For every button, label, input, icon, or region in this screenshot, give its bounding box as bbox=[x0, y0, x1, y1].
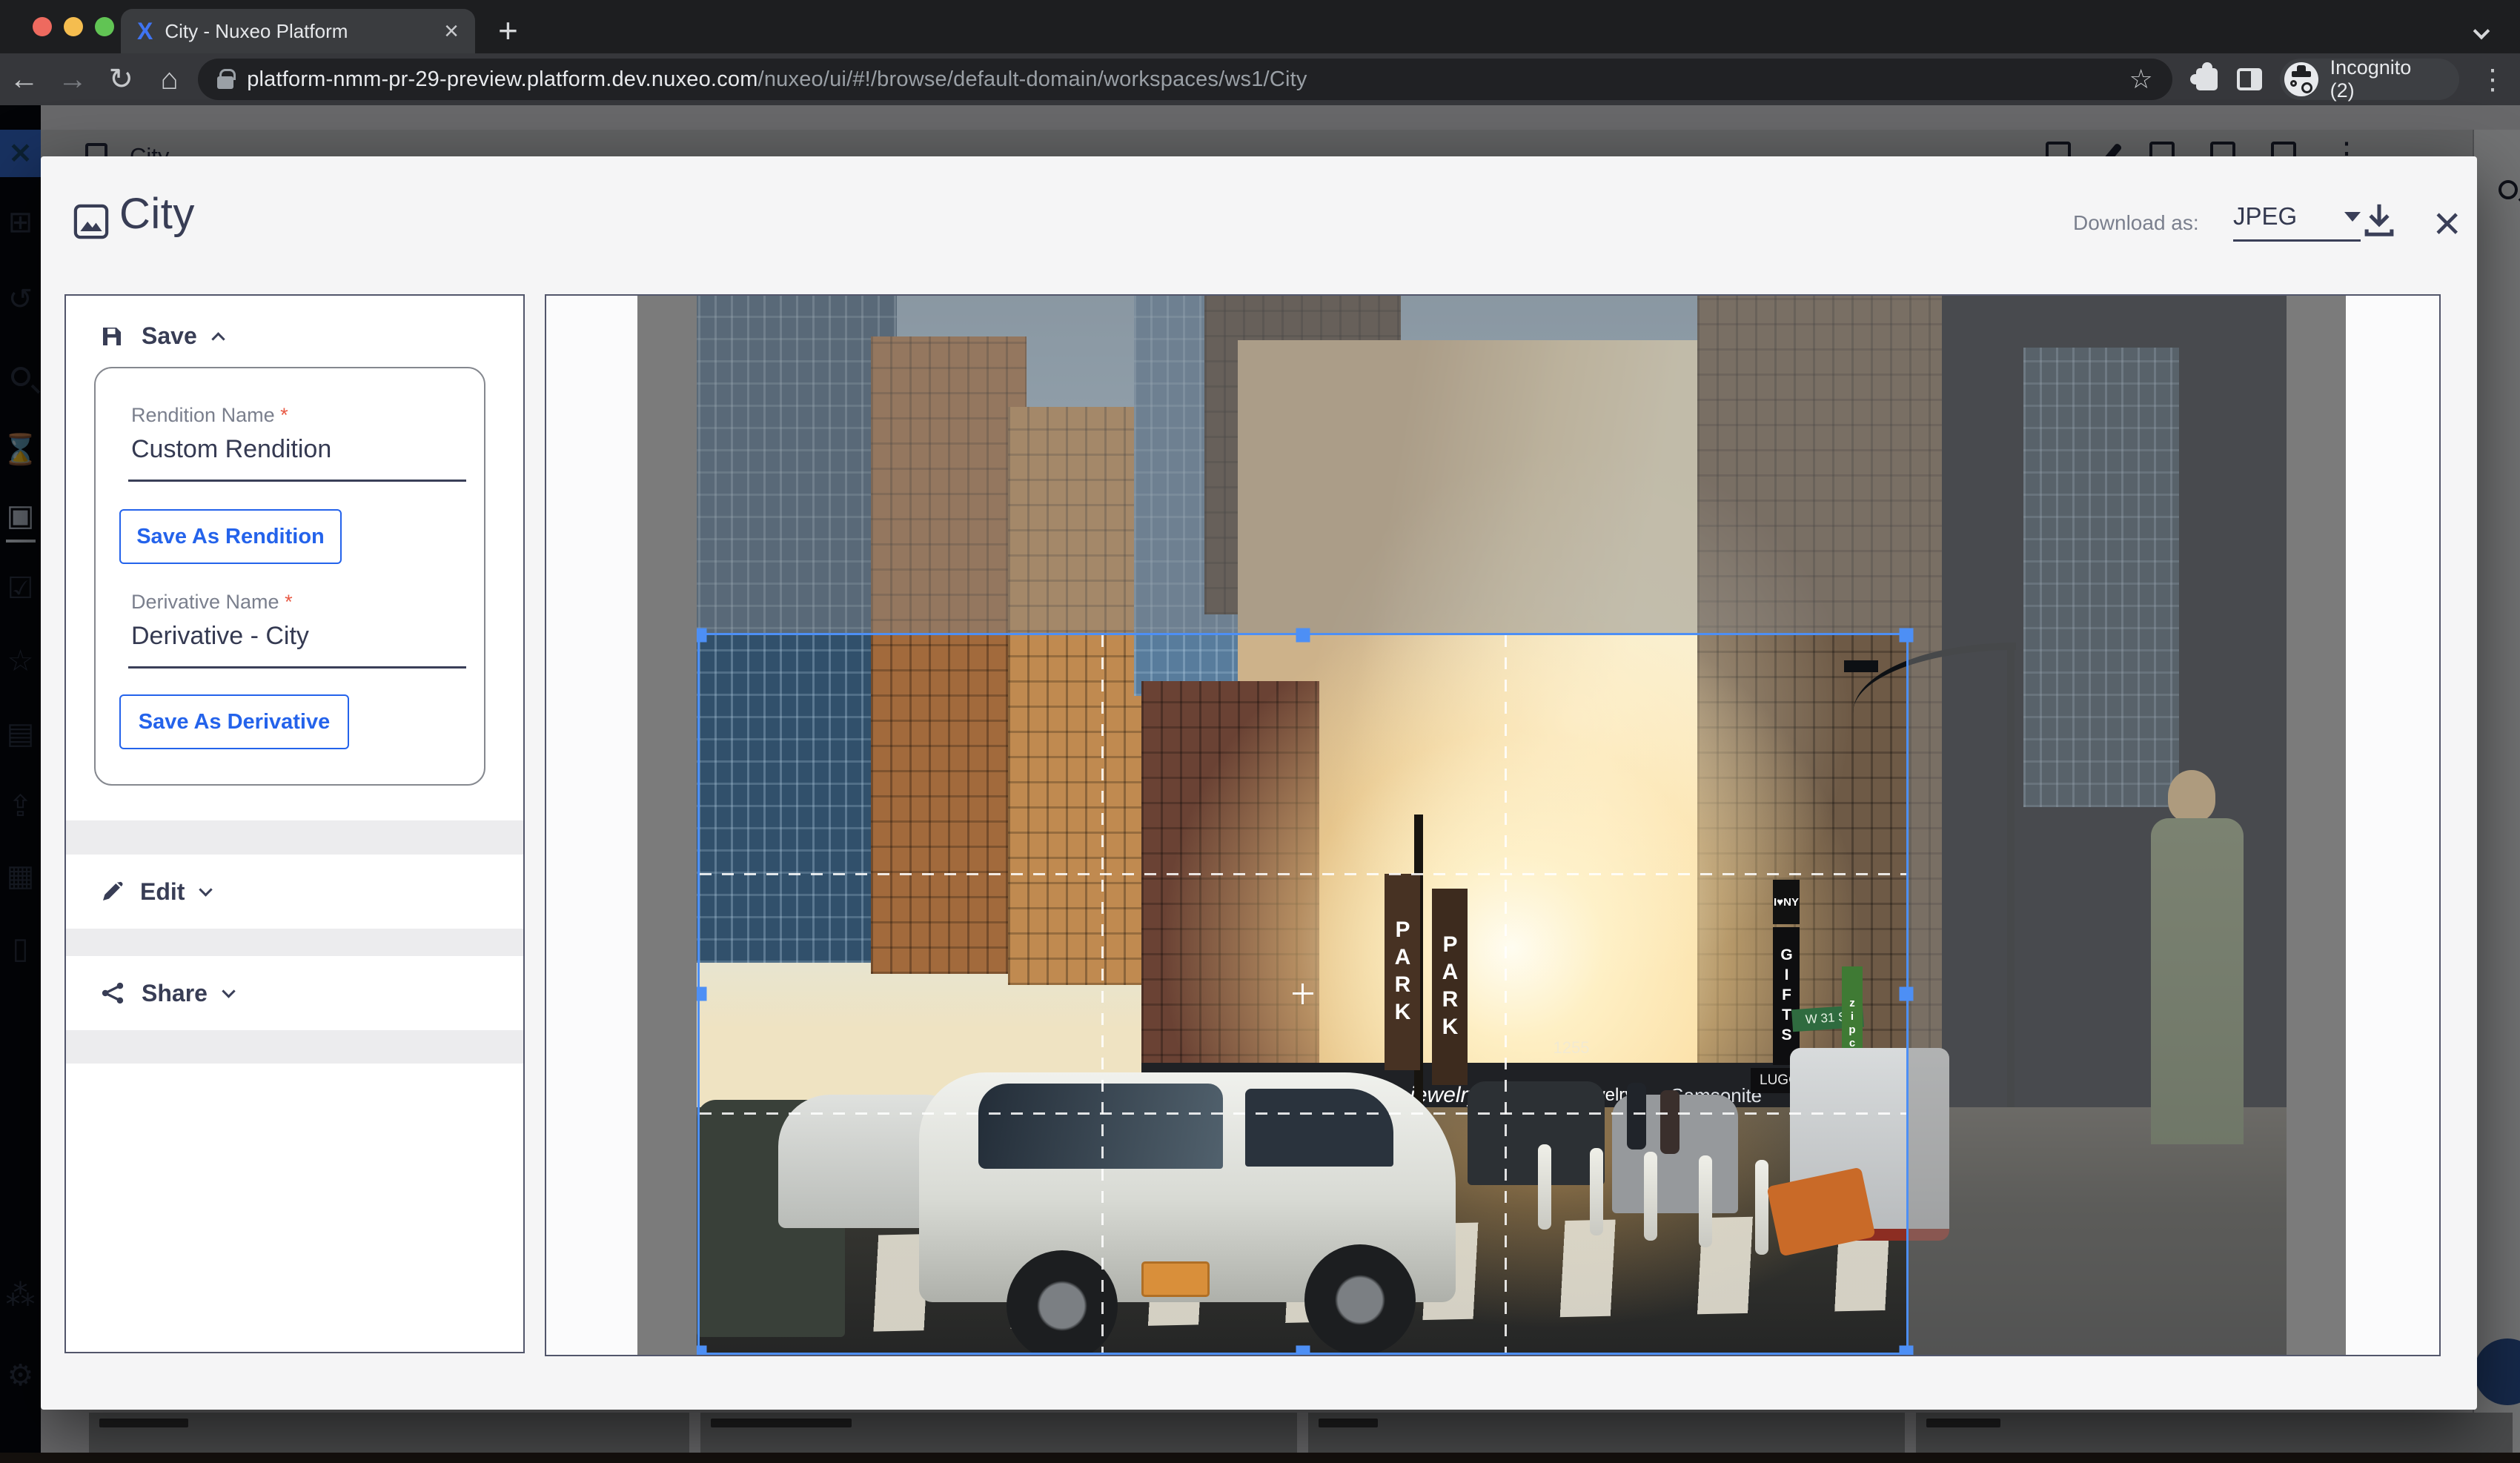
derivative-name-input[interactable]: Derivative - City bbox=[131, 622, 309, 651]
crop-handle-w[interactable] bbox=[697, 987, 707, 1001]
crop-handle-ne[interactable] bbox=[1900, 628, 1914, 643]
screen: X City - Nuxeo Platform × + ← → ↻ ⌂ plat… bbox=[0, 0, 2520, 1463]
share-section[interactable]: Share bbox=[66, 956, 523, 1030]
url-domain: platform-nmm-pr-29-preview.platform.dev.… bbox=[247, 67, 757, 91]
download-button[interactable] bbox=[2359, 199, 2399, 243]
browser-tabstrip: X City - Nuxeo Platform × + bbox=[0, 0, 2520, 53]
crop-center-cross bbox=[1302, 983, 1304, 1004]
page-url[interactable]: platform-nmm-pr-29-preview.platform.dev.… bbox=[247, 67, 1307, 92]
crop-thirds-line bbox=[700, 1112, 1906, 1115]
edit-expand-chevron-icon bbox=[199, 883, 213, 896]
crop-handle-se[interactable] bbox=[1900, 1346, 1914, 1356]
tab-overflow-chevron-icon[interactable] bbox=[2473, 23, 2490, 40]
incognito-icon bbox=[2284, 62, 2318, 96]
save-section: Save Rendition Name * Custom Rendition S… bbox=[66, 296, 523, 820]
save-section-label: Save bbox=[142, 322, 197, 350]
required-asterisk: * bbox=[280, 404, 288, 426]
image-viewer: fashion jewelry ƒashion jewelry fashion … bbox=[545, 294, 2441, 1356]
rendition-input-underline bbox=[128, 480, 466, 482]
forward-button[interactable]: → bbox=[48, 63, 96, 96]
share-icon bbox=[100, 981, 125, 1006]
extensions-icon[interactable] bbox=[2196, 68, 2218, 90]
format-select[interactable]: JPEG bbox=[2233, 202, 2361, 242]
share-section-label: Share bbox=[142, 980, 208, 1007]
browser-tab-active[interactable]: X City - Nuxeo Platform × bbox=[121, 9, 475, 53]
crop-thirds-line bbox=[700, 873, 1906, 875]
save-as-rendition-button[interactable]: Save As Rendition bbox=[119, 509, 342, 564]
edit-section-label: Edit bbox=[140, 878, 185, 906]
url-path: /nuxeo/ui/#!/browse/default-domain/works… bbox=[758, 67, 1307, 91]
home-button[interactable]: ⌂ bbox=[145, 63, 193, 96]
share-expand-chevron-icon bbox=[222, 984, 235, 998]
city-photo[interactable]: fashion jewelry ƒashion jewelry fashion … bbox=[697, 296, 2287, 1355]
tab-title: City - Nuxeo Platform bbox=[165, 20, 432, 43]
traffic-minimize-button[interactable] bbox=[64, 17, 83, 36]
incognito-badge[interactable]: Incognito (2) bbox=[2280, 59, 2459, 100]
traffic-close-button[interactable] bbox=[33, 17, 52, 36]
picture-icon bbox=[72, 202, 110, 245]
save-collapse-chevron-icon[interactable] bbox=[211, 332, 225, 345]
pencil-icon bbox=[100, 880, 124, 903]
panel-empty-area bbox=[66, 1064, 523, 1352]
crop-handle-n[interactable] bbox=[1296, 628, 1310, 643]
new-tab-button[interactable]: + bbox=[498, 10, 518, 50]
derivative-input-underline bbox=[128, 666, 466, 669]
rendition-name-label: Rendition Name * bbox=[131, 404, 288, 427]
crop-handle-s[interactable] bbox=[1296, 1346, 1310, 1356]
save-form-card: Rendition Name * Custom Rendition Save A… bbox=[94, 367, 485, 786]
lock-icon bbox=[217, 76, 233, 89]
crop-thirds-line bbox=[1505, 635, 1507, 1353]
format-value: JPEG bbox=[2233, 202, 2297, 230]
incognito-label: Incognito (2) bbox=[2330, 56, 2440, 102]
crop-dim-right bbox=[1909, 633, 2287, 1355]
actions-panel: Save Rendition Name * Custom Rendition S… bbox=[64, 294, 525, 1353]
nuxeo-favicon-icon: X bbox=[137, 19, 153, 43]
side-panel-icon[interactable] bbox=[2237, 68, 2262, 90]
derivative-name-label: Derivative Name * bbox=[131, 591, 293, 614]
save-as-derivative-button[interactable]: Save As Derivative bbox=[119, 694, 349, 749]
image-stage: fashion jewelry ƒashion jewelry fashion … bbox=[637, 296, 2346, 1355]
close-dialog-button[interactable]: × bbox=[2433, 199, 2461, 247]
crop-handle-e[interactable] bbox=[1900, 987, 1914, 1001]
browser-menu-icon[interactable]: ⋮ bbox=[2478, 63, 2507, 96]
rendition-name-label-text: Rendition Name bbox=[131, 404, 275, 426]
image-editor-dialog: City Download as: JPEG × Save Rendition … bbox=[41, 156, 2477, 1410]
browser-toolbar: ← → ↻ ⌂ platform-nmm-pr-29-preview.platf… bbox=[0, 53, 2520, 105]
derivative-name-label-text: Derivative Name bbox=[131, 591, 279, 613]
tab-close-icon[interactable]: × bbox=[444, 19, 459, 44]
reload-button[interactable]: ↻ bbox=[97, 62, 145, 96]
save-icon bbox=[99, 323, 125, 350]
bookmark-star-icon[interactable]: ☆ bbox=[2129, 64, 2153, 95]
address-bar[interactable]: platform-nmm-pr-29-preview.platform.dev.… bbox=[198, 59, 2172, 100]
download-as-label: Download as: bbox=[2073, 211, 2199, 235]
crop-handle-sw[interactable] bbox=[697, 1346, 707, 1356]
traffic-zoom-button[interactable] bbox=[95, 17, 114, 36]
format-caret-icon bbox=[2344, 212, 2361, 222]
crop-selection[interactable] bbox=[697, 633, 1909, 1355]
dialog-title: City bbox=[119, 189, 195, 239]
save-section-header[interactable]: Save bbox=[99, 322, 223, 350]
rendition-name-input[interactable]: Custom Rendition bbox=[131, 435, 331, 464]
crop-dim-top bbox=[697, 296, 2287, 633]
edit-section[interactable]: Edit bbox=[66, 855, 523, 929]
crop-handle-nw[interactable] bbox=[697, 628, 707, 643]
crop-thirds-line bbox=[1101, 635, 1104, 1353]
required-asterisk: * bbox=[285, 591, 293, 613]
back-button[interactable]: ← bbox=[0, 63, 48, 96]
